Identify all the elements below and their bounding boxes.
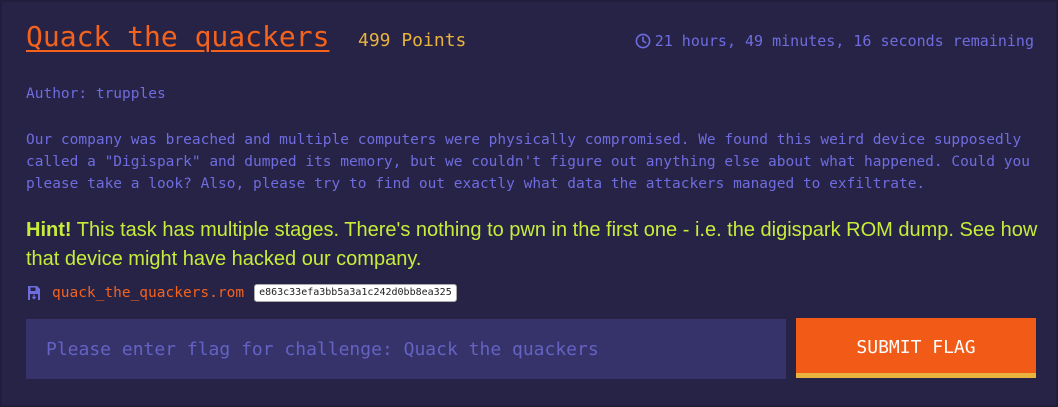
challenge-points: 499 Points bbox=[358, 30, 467, 51]
hint-text: This task has multiple stages. There's n… bbox=[26, 219, 1038, 270]
time-remaining: 21 hours, 49 minutes, 16 seconds remaini… bbox=[635, 32, 1034, 50]
flag-input[interactable] bbox=[26, 319, 786, 379]
file-download-icon bbox=[28, 286, 40, 300]
attachment-hash-badge: e863c33efa3bb5a3a1c242d0bb8ea325 bbox=[254, 284, 457, 302]
challenge-hint: Hint! This task has multiple stages. The… bbox=[26, 216, 1038, 274]
attachment-row: quack_the_quackers.rom e863c33efa3bb5a3a… bbox=[26, 284, 457, 302]
challenge-title[interactable]: Quack the quackers bbox=[26, 20, 329, 53]
attachment-link[interactable]: quack_the_quackers.rom bbox=[52, 285, 244, 301]
challenge-author: Author: trupples bbox=[26, 86, 166, 102]
hint-label: Hint! bbox=[26, 219, 72, 241]
challenge-card: Quack the quackers 499 Points 21 hours, … bbox=[2, 2, 1056, 405]
challenge-description: Our company was breached and multiple co… bbox=[26, 132, 1030, 192]
time-remaining-text: 21 hours, 49 minutes, 16 seconds remaini… bbox=[654, 32, 1034, 50]
clock-icon bbox=[635, 33, 651, 49]
submit-flag-button[interactable]: SUBMIT FLAG bbox=[796, 318, 1036, 378]
